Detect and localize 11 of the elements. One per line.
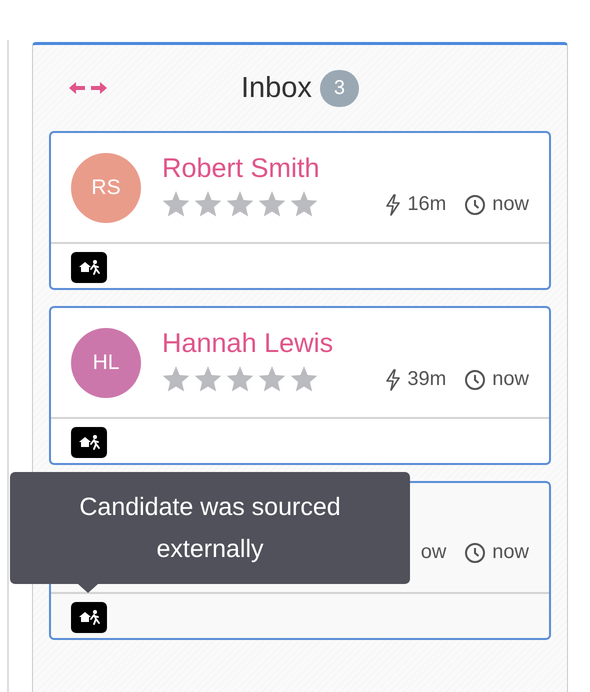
- time-label: now: [492, 193, 529, 216]
- elapsed-time: ow: [420, 541, 446, 564]
- avatar: RS: [71, 153, 141, 223]
- time-label: now: [492, 541, 529, 564]
- elapsed-time: 16m: [407, 193, 446, 216]
- tooltip-text: Candidate was sourced externally: [78, 492, 342, 565]
- column-title: Inbox: [240, 72, 312, 104]
- elapsed-time: 39m: [407, 368, 446, 391]
- time-label: now: [492, 368, 529, 391]
- count-badge: 3: [320, 70, 360, 106]
- avatar: HL: [71, 328, 141, 398]
